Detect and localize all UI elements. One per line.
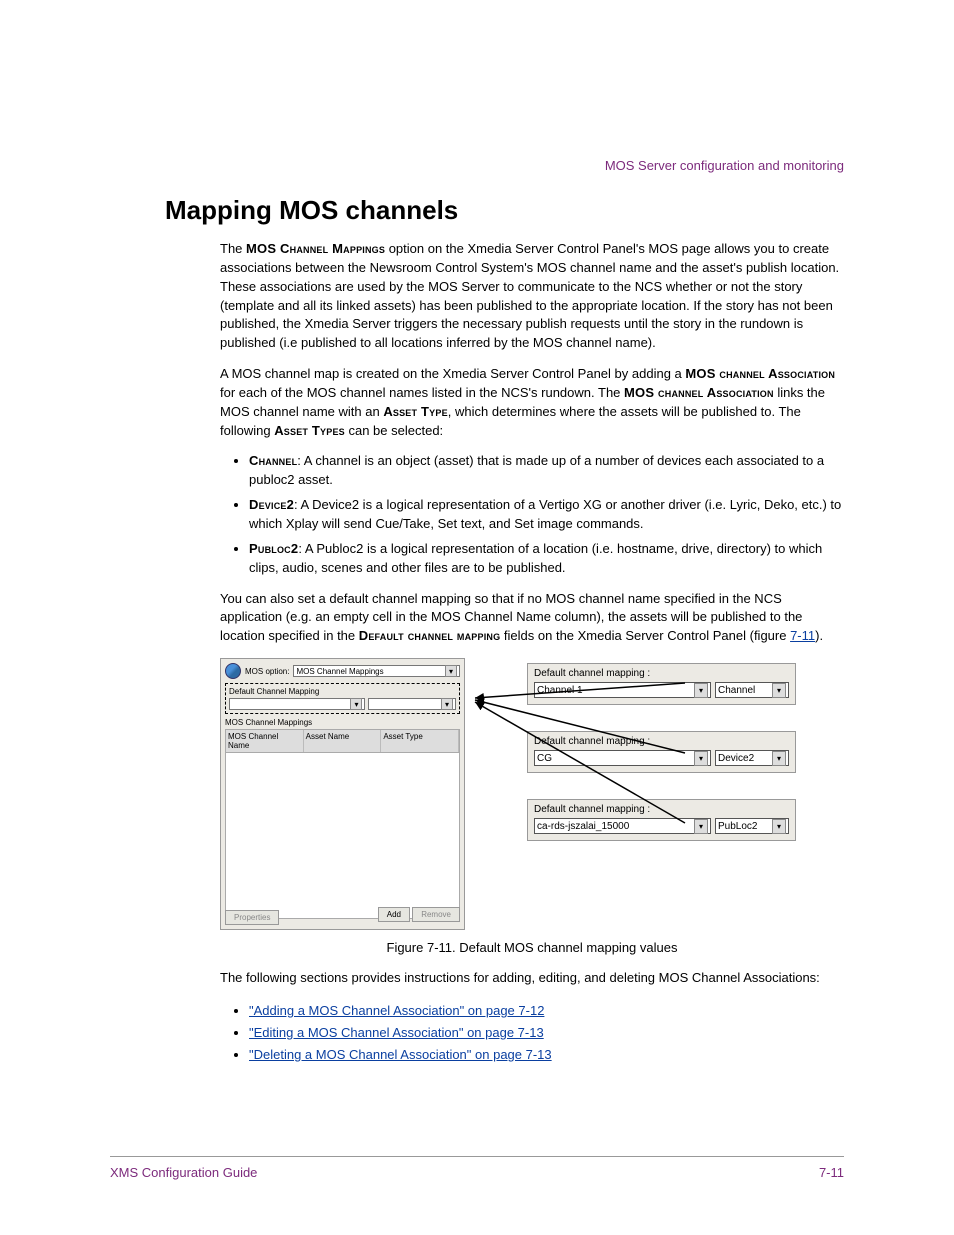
list-item: "Editing a MOS Channel Association" on p… — [249, 1022, 844, 1044]
list-item: Publoc2: A Publoc2 is a logical represen… — [249, 540, 844, 578]
text: option on the Xmedia Server Control Pane… — [220, 241, 839, 350]
mappings-table-body — [225, 753, 460, 919]
combo-value: PubLoc2 — [718, 821, 757, 832]
chevron-down-icon: ▾ — [772, 819, 786, 834]
chevron-down-icon: ▾ — [694, 751, 708, 766]
text: for each of the MOS channel names listed… — [220, 385, 624, 400]
text: fields on the Xmedia Server Control Pane… — [500, 628, 790, 643]
col-header: Asset Type — [381, 730, 459, 752]
chevron-down-icon: ▾ — [441, 698, 453, 710]
default-value-combo[interactable]: ▾ — [229, 698, 365, 710]
combo-value: Device2 — [718, 753, 754, 764]
globe-icon — [225, 663, 241, 679]
text: : A Device2 is a logical representation … — [249, 497, 841, 531]
remove-button[interactable]: Remove — [412, 907, 460, 922]
chevron-down-icon: ▾ — [772, 751, 786, 766]
detail-value-combo[interactable]: ca-rds-jszalai_15000 ▾ — [534, 818, 711, 834]
detail-box-publoc2: Default channel mapping : ca-rds-jszalai… — [527, 799, 796, 841]
term: MOS Channel Mappings — [246, 241, 385, 256]
combo-value: Channel — [718, 685, 755, 696]
default-mapping-highlight: Default Channel Mapping ▾ ▾ — [225, 683, 460, 714]
detail-box-channel: Default channel mapping : Channel 1 ▾ Cha… — [527, 663, 796, 705]
detail-value-combo[interactable]: CG ▾ — [534, 750, 711, 766]
xref-link-edit[interactable]: "Editing a MOS Channel Association" on p… — [249, 1025, 544, 1040]
combo-value: CG — [537, 753, 552, 764]
detail-value-combo[interactable]: Channel 1 ▾ — [534, 682, 711, 698]
text: : A channel is an object (asset) that is… — [249, 453, 824, 487]
detail-box-device2: Default channel mapping : CG ▾ Device2 ▾ — [527, 731, 796, 773]
term: Channel — [249, 453, 297, 468]
figure-7-11: MOS option: MOS Channel Mappings ▾ Defau… — [220, 658, 844, 930]
detail-type-combo[interactable]: Channel ▾ — [715, 682, 789, 698]
xref-link-add[interactable]: "Adding a MOS Channel Association" on pa… — [249, 1003, 544, 1018]
paragraph-3: You can also set a default channel mappi… — [220, 590, 844, 647]
term: Device2 — [249, 497, 294, 512]
term: Asset Types — [274, 423, 345, 438]
mappings-label: MOS Channel Mappings — [225, 718, 460, 727]
xref-link-delete[interactable]: "Deleting a MOS Channel Association" on … — [249, 1047, 552, 1062]
asset-type-list: Channel: A channel is an object (asset) … — [235, 452, 844, 577]
term: Publoc2 — [249, 541, 298, 556]
figure-caption: Figure 7-11. Default MOS channel mapping… — [220, 940, 844, 955]
term: MOS channel Association — [624, 385, 774, 400]
default-type-combo[interactable]: ▾ — [368, 698, 456, 710]
term: MOS channel Association — [685, 366, 835, 381]
chevron-down-icon: ▾ — [772, 683, 786, 698]
xref-list: "Adding a MOS Channel Association" on pa… — [235, 1000, 844, 1066]
chevron-down-icon: ▾ — [445, 665, 457, 677]
list-item: Channel: A channel is an object (asset) … — [249, 452, 844, 490]
page-footer: XMS Configuration Guide 7-11 — [110, 1156, 844, 1180]
add-button[interactable]: Add — [378, 907, 410, 922]
text: can be selected: — [345, 423, 443, 438]
detail-label: Default channel mapping : — [534, 736, 789, 747]
page-title: Mapping MOS channels — [165, 195, 844, 226]
mos-option-combo[interactable]: MOS Channel Mappings ▾ — [293, 665, 460, 677]
footer-right: 7-11 — [819, 1165, 844, 1180]
combo-value: MOS Channel Mappings — [296, 667, 383, 676]
properties-button[interactable]: Properties — [225, 910, 279, 925]
detail-label: Default channel mapping : — [534, 668, 789, 679]
chevron-down-icon: ▾ — [694, 683, 708, 698]
text: ). — [815, 628, 823, 643]
paragraph-2: A MOS channel map is created on the Xmed… — [220, 365, 844, 440]
default-mapping-label: Default Channel Mapping — [229, 687, 456, 696]
combo-value: Channel 1 — [537, 685, 583, 696]
text: : A Publoc2 is a logical representation … — [249, 541, 822, 575]
text: A MOS channel map is created on the Xmed… — [220, 366, 685, 381]
mappings-table-header: MOS Channel Name Asset Name Asset Type — [225, 729, 460, 753]
list-item: "Deleting a MOS Channel Association" on … — [249, 1044, 844, 1066]
term: Asset Type — [383, 404, 447, 419]
control-panel: MOS option: MOS Channel Mappings ▾ Defau… — [220, 658, 465, 930]
paragraph-4: The following sections provides instruct… — [220, 969, 844, 988]
text: The — [220, 241, 246, 256]
combo-value: ca-rds-jszalai_15000 — [537, 821, 629, 832]
footer-left: XMS Configuration Guide — [110, 1165, 257, 1180]
col-header: MOS Channel Name — [226, 730, 304, 752]
chevron-down-icon: ▾ — [350, 698, 362, 710]
detail-label: Default channel mapping : — [534, 804, 789, 815]
detail-type-combo[interactable]: Device2 ▾ — [715, 750, 789, 766]
term: Default channel mapping — [359, 628, 501, 643]
section-header: MOS Server configuration and monitoring — [605, 158, 844, 173]
col-header: Asset Name — [304, 730, 382, 752]
figure-xref[interactable]: 7-11 — [790, 628, 815, 643]
paragraph-1: The MOS Channel Mappings option on the X… — [220, 240, 844, 353]
list-item: "Adding a MOS Channel Association" on pa… — [249, 1000, 844, 1022]
mos-option-label: MOS option: — [245, 667, 289, 676]
detail-type-combo[interactable]: PubLoc2 ▾ — [715, 818, 789, 834]
list-item: Device2: A Device2 is a logical represen… — [249, 496, 844, 534]
chevron-down-icon: ▾ — [694, 819, 708, 834]
detail-examples: Default channel mapping : Channel 1 ▾ Cha… — [527, 658, 796, 841]
